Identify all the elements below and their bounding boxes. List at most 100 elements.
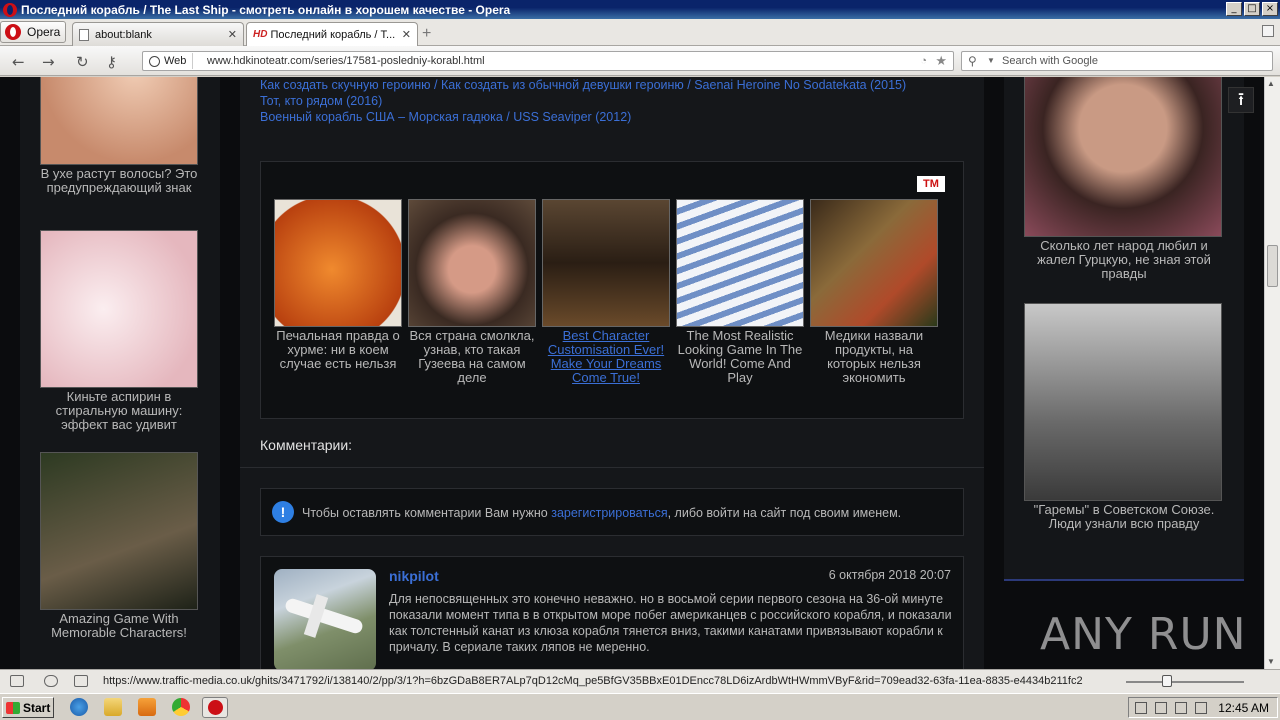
ad-block: TM Печальная правда о хурме: ни в коем с… bbox=[260, 161, 964, 419]
url-field[interactable]: Web www.hdkinoteatr.com/series/17581-pos… bbox=[142, 51, 954, 71]
ad-image[interactable] bbox=[408, 199, 536, 327]
ad-caption[interactable]: Киньте аспирин в стиральную машину: эффе… bbox=[40, 390, 198, 432]
globe-icon bbox=[149, 55, 160, 67]
rss-icon[interactable]: ◔ bbox=[920, 55, 927, 67]
notice-text: Чтобы оставлять комментарии Вам нужно за… bbox=[302, 506, 901, 520]
speed-dial-icon[interactable] bbox=[74, 675, 88, 687]
ad-image[interactable] bbox=[40, 230, 198, 388]
bookmark-star-icon[interactable]: ★ bbox=[935, 53, 947, 69]
opera-o-icon bbox=[5, 24, 21, 40]
ad-image[interactable] bbox=[810, 199, 938, 327]
ad-card[interactable]: Печальная правда о хурме: ни в коем случ… bbox=[274, 199, 402, 371]
tm-logo[interactable]: TM bbox=[917, 176, 945, 192]
ad-image[interactable] bbox=[40, 77, 198, 165]
search-field[interactable]: ⚲ ▼ Search with Google bbox=[961, 51, 1273, 71]
left-ad-aspirin[interactable]: Киньте аспирин в стиральную машину: эффе… bbox=[40, 230, 198, 432]
forward-arrow-icon[interactable]: → bbox=[42, 53, 55, 71]
related-link[interactable]: Как создать скучную героиню / Как создат… bbox=[260, 77, 906, 93]
related-link[interactable]: Военный корабль США – Морская гадюка / U… bbox=[260, 109, 906, 125]
left-ad-column: В ухе растут волосы? Это предупреждающий… bbox=[20, 77, 220, 669]
start-button[interactable]: Start bbox=[2, 697, 54, 718]
scroll-down-icon[interactable]: ▼ bbox=[1267, 657, 1275, 666]
ad-caption[interactable]: В ухе растут волосы? Это предупреждающий… bbox=[40, 167, 198, 195]
network-icon[interactable] bbox=[1155, 702, 1167, 714]
close-tab-icon[interactable]: ✕ bbox=[228, 28, 237, 41]
left-ad-game[interactable]: Amazing Game With Memorable Characters! bbox=[40, 452, 198, 640]
ad-caption[interactable]: Сколько лет народ любил и жалел Гурцкую,… bbox=[1024, 239, 1224, 281]
ad-caption[interactable]: The Most Realistic Looking Game In The W… bbox=[678, 328, 803, 385]
chrome-icon[interactable] bbox=[172, 698, 190, 716]
tab-bar: Opera about:blank ✕ HD Последний корабль… bbox=[0, 19, 1280, 46]
ad-card[interactable]: Best Character Customisation Ever! Make … bbox=[542, 199, 670, 385]
new-tab-icon[interactable]: + bbox=[422, 25, 431, 43]
comments-title: Комментарии: bbox=[260, 437, 353, 453]
avatar bbox=[274, 569, 376, 669]
ad-caption[interactable]: Печальная правда о хурме: ни в коем случ… bbox=[276, 328, 399, 371]
ad-image[interactable] bbox=[676, 199, 804, 327]
comment-item: nikpilot 6 октября 2018 20:07 Для непосв… bbox=[260, 556, 964, 669]
comment-text: Для непосвященных это конечно неважно. н… bbox=[389, 592, 952, 654]
web-badge[interactable]: Web bbox=[145, 53, 194, 69]
status-url: https://www.traffic-media.co.uk/ghits/34… bbox=[103, 675, 1083, 687]
ad-caption[interactable]: Amazing Game With Memorable Characters! bbox=[40, 612, 198, 640]
left-ad-ear[interactable]: В ухе растут волосы? Это предупреждающий… bbox=[40, 77, 198, 195]
notice-before: Чтобы оставлять комментарии Вам нужно bbox=[302, 506, 552, 520]
info-icon: ! bbox=[272, 501, 294, 523]
ad-caption[interactable]: Вся страна смолкла, узнав, кто такая Гуз… bbox=[410, 328, 535, 385]
vertical-scrollbar[interactable]: ▲ ▼ bbox=[1264, 77, 1280, 669]
right-ad-gurtskaya[interactable]: Сколько лет народ любил и жалел Гурцкую,… bbox=[1024, 77, 1224, 281]
volume-icon[interactable] bbox=[1175, 702, 1187, 714]
minimize-button[interactable]: _ bbox=[1226, 2, 1242, 16]
ad-image[interactable] bbox=[274, 199, 402, 327]
comment-username[interactable]: nikpilot bbox=[389, 568, 439, 584]
tab-menu-icon[interactable] bbox=[1262, 25, 1274, 37]
tab-last-ship[interactable]: HD Последний корабль / Т... ✕ bbox=[246, 22, 418, 46]
folder-icon[interactable] bbox=[104, 698, 122, 716]
reload-icon[interactable]: ↻ bbox=[76, 53, 89, 71]
opera-task-button[interactable] bbox=[202, 697, 228, 718]
unite-cloud-icon[interactable] bbox=[44, 675, 58, 687]
ad-image[interactable] bbox=[1024, 77, 1222, 237]
scrollbar-thumb[interactable] bbox=[1267, 245, 1278, 287]
windows-taskbar: Start 12:45 AM bbox=[0, 693, 1280, 720]
back-arrow-icon[interactable]: ← bbox=[12, 53, 25, 71]
zoom-slider-knob[interactable] bbox=[1162, 675, 1172, 687]
close-tab-icon[interactable]: ✕ bbox=[402, 28, 411, 41]
search-placeholder: Search with Google bbox=[1002, 55, 1098, 67]
ad-caption[interactable]: "Гаремы" в Советском Союзе. Люди узнали … bbox=[1024, 503, 1224, 531]
start-label: Start bbox=[23, 700, 51, 715]
close-button[interactable]: × bbox=[1262, 2, 1278, 16]
opera-menu-button[interactable]: Opera bbox=[0, 21, 66, 43]
ad-caption[interactable]: Best Character Customisation Ever! Make … bbox=[548, 328, 664, 385]
ad-card[interactable]: The Most Realistic Looking Game In The W… bbox=[676, 199, 804, 385]
tab-about-blank[interactable]: about:blank ✕ bbox=[72, 22, 244, 46]
chevron-down-icon[interactable]: ▼ bbox=[987, 56, 995, 65]
ad-image[interactable] bbox=[1024, 303, 1222, 501]
search-icon: ⚲ bbox=[968, 54, 977, 68]
scroll-up-icon[interactable]: ▲ bbox=[1267, 79, 1275, 88]
tab-label: Последний корабль / Т... bbox=[270, 28, 396, 41]
related-link[interactable]: Тот, кто рядом (2016) bbox=[260, 93, 906, 109]
panel-toggle-icon[interactable] bbox=[10, 675, 24, 687]
ad-image[interactable] bbox=[542, 199, 670, 327]
ad-caption[interactable]: Медики назвали продукты, на которых нель… bbox=[825, 328, 923, 385]
tray-icon[interactable] bbox=[1135, 702, 1147, 714]
flag-icon[interactable] bbox=[1195, 702, 1207, 714]
login-notice: ! Чтобы оставлять комментарии Вам нужно … bbox=[260, 488, 964, 536]
ie-icon[interactable] bbox=[70, 698, 88, 716]
right-ad-harems[interactable]: "Гаремы" в Советском Союзе. Люди узнали … bbox=[1024, 303, 1224, 531]
zoom-slider-track[interactable] bbox=[1126, 681, 1244, 683]
register-link[interactable]: зарегистрироваться bbox=[551, 506, 667, 520]
right-ad-column: Сколько лет народ любил и жалел Гурцкую,… bbox=[1004, 77, 1244, 581]
window-title: Последний корабль / The Last Ship - смот… bbox=[21, 2, 511, 17]
ad-card[interactable]: Вся страна смолкла, узнав, кто такая Гуз… bbox=[408, 199, 536, 385]
maximize-button[interactable]: □ bbox=[1244, 2, 1260, 16]
key-icon[interactable]: ⚷ bbox=[106, 53, 117, 71]
ad-card[interactable]: Медики назвали продукты, на которых нель… bbox=[810, 199, 938, 385]
media-player-icon[interactable] bbox=[138, 698, 156, 716]
ad-image[interactable] bbox=[40, 452, 198, 610]
url-text[interactable]: www.hdkinoteatr.com/series/17581-posledn… bbox=[207, 55, 485, 67]
related-links: Как создать скучную героиню / Как создат… bbox=[260, 77, 906, 125]
anyrun-watermark: ANY RUN bbox=[1040, 609, 1247, 660]
scroll-to-top-button[interactable]: ⭱ bbox=[1228, 87, 1254, 113]
